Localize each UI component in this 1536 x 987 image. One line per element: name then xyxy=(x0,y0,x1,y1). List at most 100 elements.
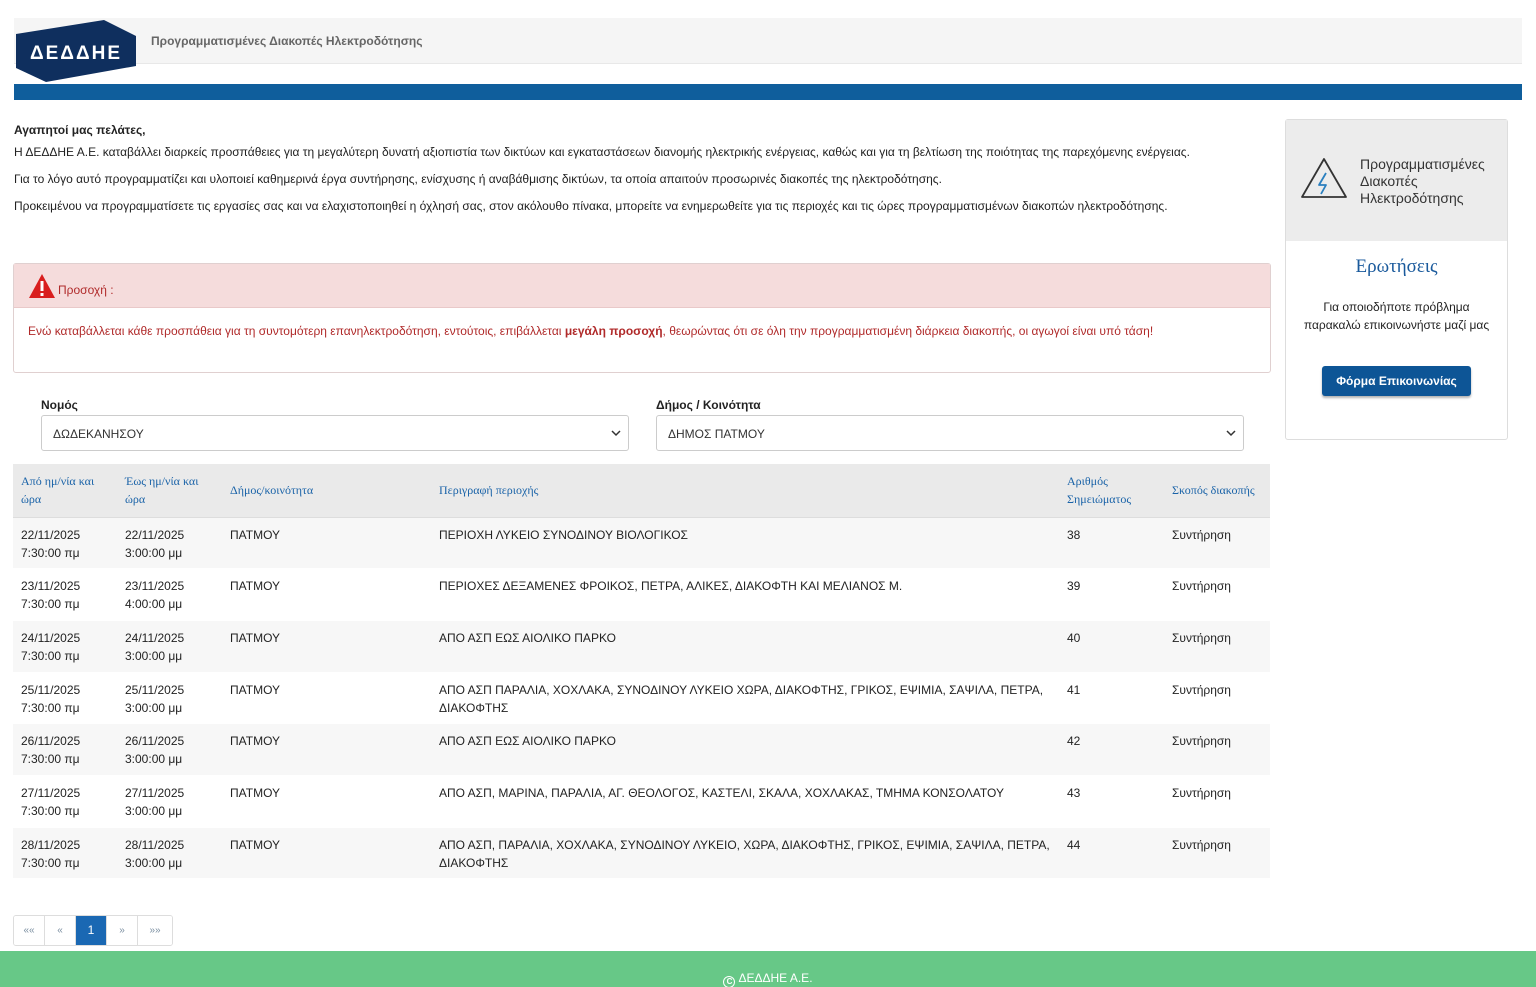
chevron-down-icon xyxy=(1226,430,1236,437)
page-last-button[interactable]: »» xyxy=(138,916,172,945)
cell-note-number: 42 xyxy=(1059,723,1164,776)
from-time: 7:30:00 πμ xyxy=(21,700,80,715)
cell-area: ΠΕΡΙΟΧΕΣ ΔΕΞΑΜΕΝΕΣ ΦΡΟΙΚΟΣ, ΠΕΤΡΑ, ΑΛΙΚΕ… xyxy=(431,568,1059,621)
pagination: «« « 1 » »» xyxy=(13,915,173,946)
from-date: 24/11/2025 xyxy=(21,630,81,645)
col-header-to[interactable]: Έως ημ/νία και ώρα xyxy=(117,464,222,518)
to-time: 3:00:00 μμ xyxy=(125,855,183,870)
cell-area: ΑΠΟ ΑΣΠ ΕΩΣ ΑΙΟΛΙΚΟ ΠΑΡΚΟ xyxy=(431,723,1059,776)
electric-hazard-icon xyxy=(1301,158,1347,198)
page-current-button[interactable]: 1 xyxy=(76,916,107,945)
site-footer: C ΔΕΔΔΗΕ Α.Ε. xyxy=(0,951,1536,987)
cell-to: 25/11/2025 3:00:00 μμ xyxy=(117,672,222,725)
cell-purpose: Συντήρηση xyxy=(1164,827,1270,880)
dedde-logo[interactable]: ΔΕΔΔΗΕ xyxy=(16,20,136,82)
cell-from: 26/11/2025 7:30:00 πμ xyxy=(13,723,117,776)
warning-alert: Προσοχή : Ενώ καταβάλλεται κάθε προσπάθε… xyxy=(13,263,1271,373)
sidebar-text: Για οποιοδήποτε πρόβλημα παρακαλώ επικοι… xyxy=(1303,300,1490,332)
cell-from: 25/11/2025 7:30:00 πμ xyxy=(13,672,117,725)
to-time: 3:00:00 μμ xyxy=(125,752,183,767)
cell-area: ΠΕΡΙΟΧΗ ΛΥΚΕΙΟ ΣΥΝΟΔΙΝΟΥ ΒΙΟΛΟΓΙΚΟΣ xyxy=(431,517,1059,570)
cell-to: 26/11/2025 3:00:00 μμ xyxy=(117,723,222,776)
header-title: Προγραμματισμένες Διακοπές Ηλεκτροδότηση… xyxy=(151,34,423,48)
page-next-button[interactable]: » xyxy=(107,916,138,945)
cell-purpose: Συντήρηση xyxy=(1164,723,1270,776)
cell-to: 24/11/2025 3:00:00 μμ xyxy=(117,620,222,673)
cell-note-number: 39 xyxy=(1059,568,1164,621)
to-date: 25/11/2025 xyxy=(125,682,185,697)
cell-purpose: Συντήρηση xyxy=(1164,568,1270,621)
col-header-area[interactable]: Περιγραφή περιοχής xyxy=(431,464,1059,518)
table-row: 26/11/2025 7:30:00 πμ 26/11/2025 3:00:00 μ… xyxy=(13,723,1270,776)
contact-form-button[interactable]: Φόρμα Επικοινωνίας xyxy=(1322,366,1471,396)
to-time: 4:00:00 μμ xyxy=(125,597,183,612)
cell-purpose: Συντήρηση xyxy=(1164,775,1270,828)
prefecture-select[interactable]: ΔΩΔΕΚΑΝΗΣΟΥ xyxy=(41,415,629,451)
to-time: 3:00:00 μμ xyxy=(125,648,183,663)
to-date: 24/11/2025 xyxy=(125,630,185,645)
page-prev-button[interactable]: « xyxy=(45,916,76,945)
col-header-from[interactable]: Από ημ/νία και ώρα xyxy=(13,464,117,518)
cell-municipality: ΠΑΤΜΟΥ xyxy=(222,672,431,725)
from-time: 7:30:00 πμ xyxy=(21,752,80,767)
table-row: 28/11/2025 7:30:00 πμ 28/11/2025 3:00:00 μ… xyxy=(13,827,1270,880)
page-first-button[interactable]: «« xyxy=(14,916,45,945)
cell-note-number: 44 xyxy=(1059,827,1164,880)
table-header-row: Από ημ/νία και ώρα Έως ημ/νία και ώρα Δή… xyxy=(13,464,1270,518)
alert-text-after: , θεωρώντας ότι σε όλη την προγραμματισμ… xyxy=(662,324,1154,338)
cell-purpose: Συντήρηση xyxy=(1164,672,1270,725)
cell-to: 28/11/2025 3:00:00 μμ xyxy=(117,827,222,880)
to-date: 23/11/2025 xyxy=(125,579,185,594)
cell-to: 23/11/2025 4:00:00 μμ xyxy=(117,568,222,621)
from-date: 26/11/2025 xyxy=(21,734,81,749)
to-time: 3:00:00 μμ xyxy=(125,545,183,560)
table-row: 24/11/2025 7:30:00 πμ 24/11/2025 3:00:00 μ… xyxy=(13,620,1270,673)
alert-header: Προσοχή : xyxy=(14,264,1270,308)
copyright-icon: C xyxy=(723,976,736,987)
cell-municipality: ΠΑΤΜΟΥ xyxy=(222,620,431,673)
from-time: 7:30:00 πμ xyxy=(21,855,80,870)
cell-area: ΑΠΟ ΑΣΠ, ΜΑΡΙΝΑ, ΠΑΡΑΛΙΑ, ΑΓ. ΘΕΟΛΟΓΟΣ, … xyxy=(431,775,1059,828)
cell-municipality: ΠΑΤΜΟΥ xyxy=(222,568,431,621)
greeting: Αγαπητοί μας πελάτες, xyxy=(14,123,146,137)
cell-from: 24/11/2025 7:30:00 πμ xyxy=(13,620,117,673)
prefecture-filter: Νομός ΔΩΔΕΚΑΝΗΣΟΥ xyxy=(41,398,629,451)
cell-from: 27/11/2025 7:30:00 πμ xyxy=(13,775,117,828)
col-header-note-number[interactable]: Αριθμός Σημειώματος xyxy=(1059,464,1164,518)
cell-municipality: ΠΑΤΜΟΥ xyxy=(222,775,431,828)
cell-municipality: ΠΑΤΜΟΥ xyxy=(222,723,431,776)
footer-text: ΔΕΔΔΗΕ Α.Ε. xyxy=(738,971,813,985)
cell-note-number: 43 xyxy=(1059,775,1164,828)
from-date: 27/11/2025 xyxy=(21,785,81,800)
municipality-label: Δήμος / Κοινότητα xyxy=(656,398,761,412)
cell-to: 27/11/2025 3:00:00 μμ xyxy=(117,775,222,828)
cell-area: ΑΠΟ ΑΣΠ ΕΩΣ ΑΙΟΛΙΚΟ ΠΑΡΚΟ xyxy=(431,620,1059,673)
cell-purpose: Συντήρηση xyxy=(1164,620,1270,673)
cell-area: ΑΠΟ ΑΣΠ, ΠΑΡΑΛΙΑ, ΧΟΧΛΑΚΑ, ΣΥΝΟΔΙΝΟΥ ΛΥΚ… xyxy=(431,827,1059,880)
municipality-selected-value: ΔΗΜΟΣ ΠΑΤΜΟΥ xyxy=(668,427,765,441)
logo-text: ΔΕΔΔΗΕ xyxy=(30,43,122,64)
sidebar-card: Προγραμματισμένες Διακοπές Ηλεκτροδότηση… xyxy=(1285,119,1508,440)
alert-text-bold: μεγάλη προσοχή xyxy=(564,324,663,338)
to-date: 26/11/2025 xyxy=(125,734,185,749)
sidebar-header: Προγραμματισμένες Διακοπές Ηλεκτροδότηση… xyxy=(1286,120,1507,241)
cell-to: 22/11/2025 3:00:00 μμ xyxy=(117,517,222,570)
col-header-purpose[interactable]: Σκοπός διακοπής xyxy=(1164,464,1270,518)
from-time: 7:30:00 πμ xyxy=(21,803,80,818)
intro-paragraph-2: Για το λόγο αυτό προγραμματίζει και υλοπ… xyxy=(14,172,942,186)
chevron-down-icon xyxy=(611,430,621,437)
site-header: ΔΕΔΔΗΕ Προγραμματισμένες Διακοπές Ηλεκτρ… xyxy=(14,18,1522,82)
from-date: 28/11/2025 xyxy=(21,837,81,852)
outages-table: Από ημ/νία και ώρα Έως ημ/νία και ώρα Δή… xyxy=(13,464,1270,880)
header-bar xyxy=(14,84,1522,100)
table-row: 27/11/2025 7:30:00 πμ 27/11/2025 3:00:00 μ… xyxy=(13,775,1270,828)
col-header-municipality[interactable]: Δήμος/κοινότητα xyxy=(222,464,431,518)
to-time: 3:00:00 μμ xyxy=(125,700,183,715)
municipality-select[interactable]: ΔΗΜΟΣ ΠΑΤΜΟΥ xyxy=(656,415,1244,451)
cell-note-number: 40 xyxy=(1059,620,1164,673)
to-date: 27/11/2025 xyxy=(125,785,185,800)
cell-municipality: ΠΑΤΜΟΥ xyxy=(222,827,431,880)
sidebar-title: Προγραμματισμένες Διακοπές Ηλεκτροδότηση… xyxy=(1360,156,1485,206)
cell-area: ΑΠΟ ΑΣΠ ΠΑΡΑΛΙΑ, ΧΟΧΛΑΚΑ, ΣΥΝΟΔΙΝΟΥ ΛΥΚΕ… xyxy=(431,672,1059,725)
from-date: 22/11/2025 xyxy=(21,527,81,542)
